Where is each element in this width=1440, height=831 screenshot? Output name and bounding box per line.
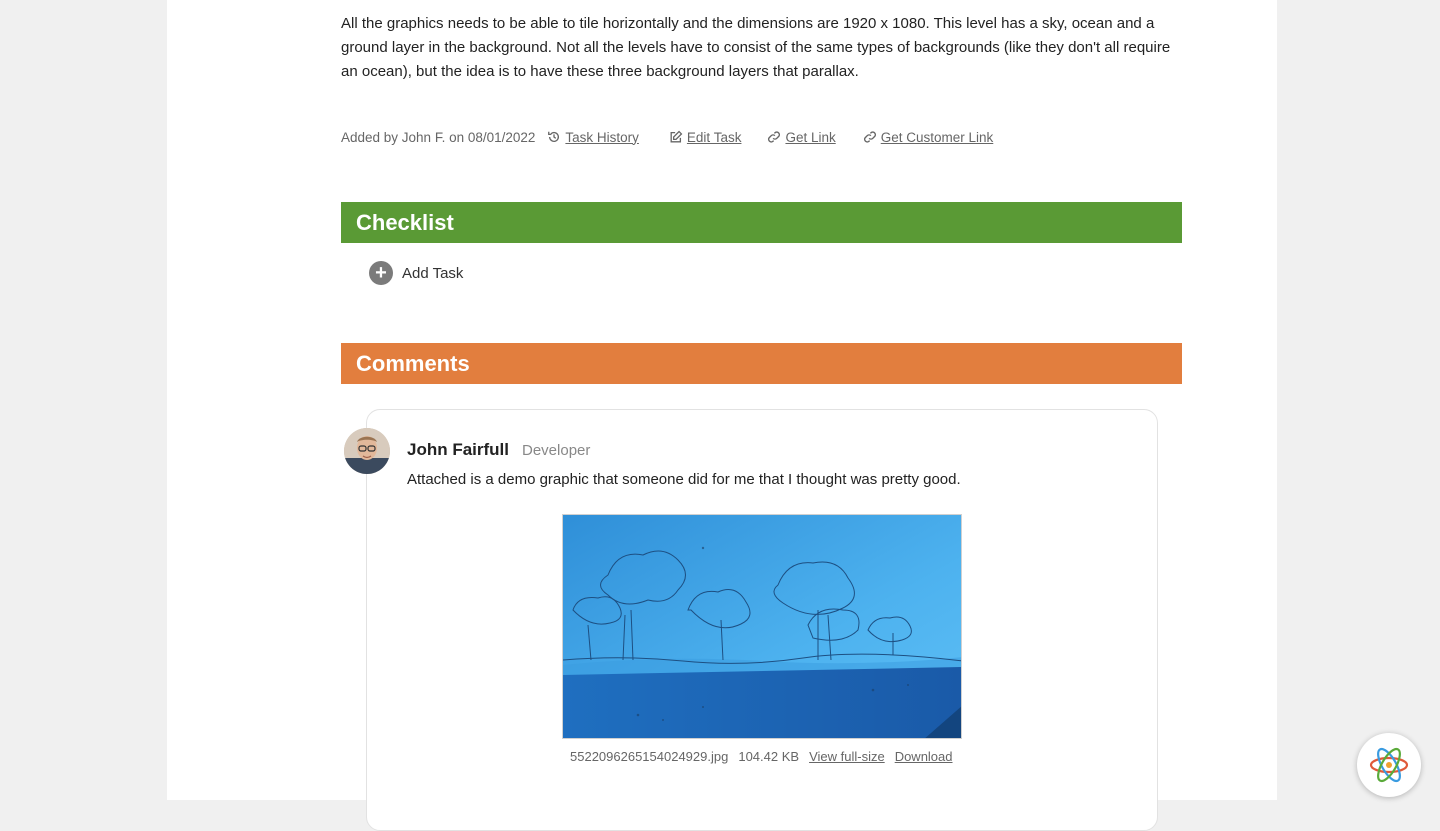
link-icon <box>863 131 876 143</box>
edit-task-label: Edit Task <box>686 129 742 145</box>
task-meta-bar: Added by John F. on 08/01/2022 Task Hist… <box>341 127 993 147</box>
task-history-label: Task History <box>565 129 639 145</box>
get-link-label: Get Link <box>785 129 836 145</box>
comment-text: Attached is a demo graphic that someone … <box>407 471 961 488</box>
comment-author-role: Developer <box>522 442 591 459</box>
edit-icon <box>670 130 683 143</box>
attachment-size: 104.42 KB <box>738 749 800 764</box>
task-description: All the graphics needs to be able to til… <box>341 15 1171 80</box>
attachment-image[interactable] <box>562 514 962 739</box>
help-widget-button[interactable] <box>1357 733 1421 797</box>
get-customer-link-link[interactable]: Get Customer Link <box>863 129 994 145</box>
atom-logo-icon <box>1369 747 1409 783</box>
history-icon <box>548 131 560 142</box>
add-task-label: Add Task <box>402 264 464 282</box>
download-link[interactable]: Download <box>895 749 953 764</box>
comment-author-line: John Fairfull Developer <box>407 440 590 460</box>
get-customer-link-label: Get Customer Link <box>880 129 994 145</box>
avatar <box>344 428 390 474</box>
attachment-info: 5522096265154024929.jpg 104.42 KB View f… <box>570 749 953 764</box>
link-icon <box>768 131 781 143</box>
task-history-link[interactable]: Task History <box>547 130 639 145</box>
view-full-size-link[interactable]: View full-size <box>809 749 885 764</box>
attachment-filename: 5522096265154024929.jpg <box>570 749 729 764</box>
checklist-header: Checklist <box>341 202 1182 243</box>
edit-task-link[interactable]: Edit Task <box>669 129 742 145</box>
comment-author-name: John Fairfull <box>407 440 509 459</box>
comments-header: Comments <box>341 343 1182 384</box>
add-task-button[interactable]: + Add Task <box>369 261 463 285</box>
get-link-link[interactable]: Get Link <box>767 129 836 145</box>
plus-circle-icon: + <box>369 261 393 285</box>
added-by-text: Added by John F. on 08/01/2022 <box>341 129 536 145</box>
